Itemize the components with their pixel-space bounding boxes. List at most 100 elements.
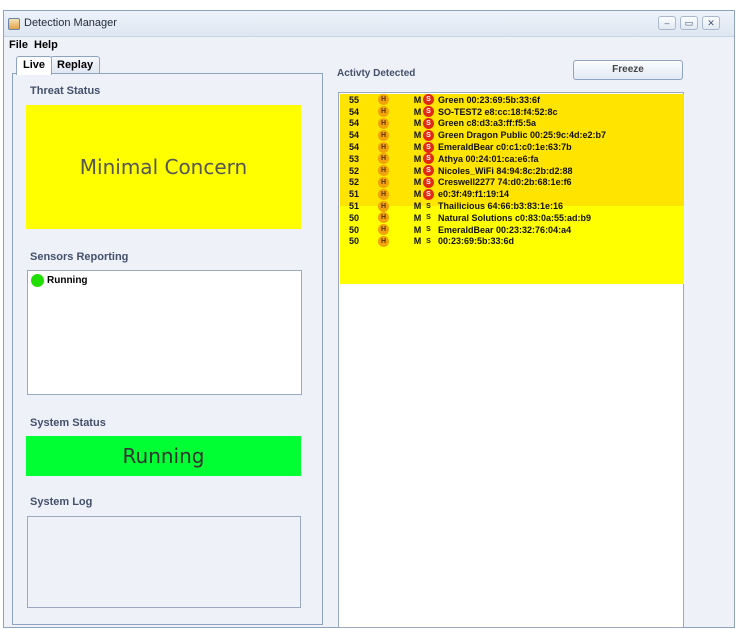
- activity-score: 54: [349, 130, 360, 141]
- h-badge-icon: H: [378, 235, 389, 247]
- m-badge: M: [413, 94, 422, 105]
- activity-score: 54: [349, 106, 360, 117]
- s-badge-icon: S: [426, 237, 431, 245]
- h-badge-icon: H: [378, 117, 389, 129]
- activity-score: 50: [349, 212, 360, 223]
- activity-list[interactable]: 55 H M S Green 00:23:69:5b:33:6f 54 H M S SO-TEST…: [338, 92, 684, 628]
- s-badge-icon: S: [426, 214, 431, 222]
- threat-status-indicator: Minimal Concern: [26, 105, 301, 229]
- system-log-area[interactable]: [27, 516, 301, 608]
- system-status-label: System Status: [30, 417, 106, 429]
- menu-help[interactable]: Help: [34, 39, 58, 51]
- h-badge-icon: H: [378, 141, 389, 153]
- close-button[interactable]: ✕: [702, 16, 720, 30]
- m-badge: M: [413, 153, 422, 164]
- s-badge-icon: S: [423, 141, 434, 153]
- list-item[interactable]: 50 H M S Natural Solutions c0:83:0a:55:ad:b9: [340, 212, 684, 224]
- h-badge-icon: H: [378, 212, 389, 224]
- menu-file[interactable]: File: [9, 39, 28, 51]
- s-badge-icon: S: [426, 226, 431, 234]
- tab-replay[interactable]: Replay: [50, 56, 101, 74]
- m-badge: M: [413, 130, 422, 141]
- h-badge-icon: H: [378, 165, 389, 177]
- activity-network: EmeraldBear 00:23:32:76:04:a4: [438, 224, 572, 235]
- s-badge-icon: S: [423, 188, 434, 200]
- list-item[interactable]: 55 H M S Green 00:23:69:5b:33:6f: [340, 94, 684, 106]
- activity-score: 52: [349, 165, 360, 176]
- list-item[interactable]: 52 H M S Nicoles_WiFi 84:94:8c:2b:d2:88: [340, 165, 684, 177]
- java-app-icon: [8, 18, 20, 30]
- s-badge-icon: S: [423, 106, 434, 118]
- s-badge-icon: S: [423, 94, 434, 106]
- h-badge-icon: H: [378, 224, 389, 236]
- tab-live[interactable]: Live: [16, 56, 53, 75]
- system-status-indicator: Running: [26, 436, 301, 476]
- m-badge: M: [413, 142, 422, 153]
- activity-network: Green 00:23:69:5b:33:6f: [438, 94, 541, 105]
- minimize-button[interactable]: –: [658, 16, 676, 30]
- activity-score: 54: [349, 142, 360, 153]
- h-badge-icon: H: [378, 200, 389, 212]
- s-badge-icon: S: [423, 117, 434, 129]
- activity-score: 51: [349, 189, 360, 200]
- list-item[interactable]: 51 H M S e0:3f:49:f1:19:14: [340, 188, 684, 200]
- activity-network: EmeraldBear c0:c1:c0:1e:63:7b: [438, 142, 572, 153]
- list-item[interactable]: 54 H M S EmeraldBear c0:c1:c0:1e:63:7b: [340, 141, 684, 153]
- m-badge: M: [413, 224, 422, 235]
- activity-network: Thailicious 64:66:b3:83:1e:16: [438, 201, 564, 212]
- app-window: Detection Manager – ▭ ✕ File Help Live R…: [3, 10, 735, 628]
- h-badge-icon: H: [378, 153, 389, 165]
- list-item[interactable]: 51 H M S Thailicious 64:66:b3:83:1e:16: [340, 200, 684, 212]
- m-badge: M: [413, 201, 422, 212]
- activity-network: e0:3f:49:f1:19:14: [438, 189, 510, 200]
- activity-network: Athya 00:24:01:ca:e6:fa: [438, 153, 539, 164]
- activity-score: 52: [349, 177, 360, 188]
- activity-network: Nicoles_WiFi 84:94:8c:2b:d2:88: [438, 165, 573, 176]
- list-item[interactable]: 52 H M S Creswell2277 74:d0:2b:68:1e:f6: [340, 176, 684, 189]
- window-title: Detection Manager: [24, 17, 117, 29]
- activity-score: 50: [349, 236, 360, 247]
- m-badge: M: [413, 212, 422, 223]
- maximize-button[interactable]: ▭: [680, 16, 698, 30]
- list-item[interactable]: 54 H M S SO-TEST2 e8:cc:18:f4:52:8c: [340, 106, 684, 118]
- m-badge: M: [413, 177, 422, 188]
- h-badge-icon: H: [378, 176, 389, 188]
- list-item[interactable]: 54 H M S Green c8:d3:a3:ff:f5:5a: [340, 117, 684, 130]
- sensors-reporting-label: Sensors Reporting: [30, 251, 129, 263]
- h-badge-icon: H: [378, 106, 389, 118]
- activity-network: Green c8:d3:a3:ff:f5:5a: [438, 118, 537, 129]
- activity-network: Creswell2277 74:d0:2b:68:1e:f6: [438, 177, 572, 188]
- list-item[interactable]: 50 H M S EmeraldBear 00:23:32:76:04:a4: [340, 224, 684, 236]
- s-badge-icon: S: [423, 176, 434, 188]
- menu-bar: File Help: [4, 37, 734, 55]
- activity-rows: 55 H M S Green 00:23:69:5b:33:6f 54 H M S SO-TEST…: [340, 94, 684, 284]
- list-item[interactable]: 53 H M S Athya 00:24:01:ca:e6:fa: [340, 153, 684, 165]
- activity-score: 53: [349, 153, 360, 164]
- activity-network: Green Dragon Public 00:25:9c:4d:e2:b7: [438, 130, 607, 141]
- activity-score: 54: [349, 118, 360, 129]
- m-badge: M: [413, 165, 422, 176]
- m-badge: M: [413, 189, 422, 200]
- system-log-label: System Log: [30, 496, 93, 508]
- freeze-button[interactable]: Freeze: [573, 60, 683, 80]
- h-badge-icon: H: [378, 188, 389, 200]
- m-badge: M: [413, 106, 422, 117]
- status-dot-icon: [31, 274, 44, 287]
- s-badge-icon: S: [423, 153, 434, 165]
- activity-score: 51: [349, 201, 360, 212]
- s-badge-icon: S: [423, 165, 434, 177]
- activity-detected-label: Activty Detected: [337, 68, 416, 79]
- sensor-status: Running: [47, 275, 88, 286]
- threat-status-label: Threat Status: [30, 85, 101, 97]
- title-bar: Detection Manager – ▭ ✕: [4, 11, 734, 37]
- s-badge-icon: S: [423, 129, 434, 141]
- list-item[interactable]: 50 H M S 00:23:69:5b:33:6d: [340, 235, 684, 248]
- h-badge-icon: H: [378, 94, 389, 106]
- sensors-list: Running: [27, 270, 302, 395]
- activity-score: 50: [349, 224, 360, 235]
- m-badge: M: [413, 118, 422, 129]
- list-item[interactable]: 54 H M S Green Dragon Public 00:25:9c:4d:e2:…: [340, 129, 684, 141]
- m-badge: M: [413, 236, 422, 247]
- activity-score: 55: [349, 94, 360, 105]
- list-item[interactable]: Running: [31, 274, 88, 287]
